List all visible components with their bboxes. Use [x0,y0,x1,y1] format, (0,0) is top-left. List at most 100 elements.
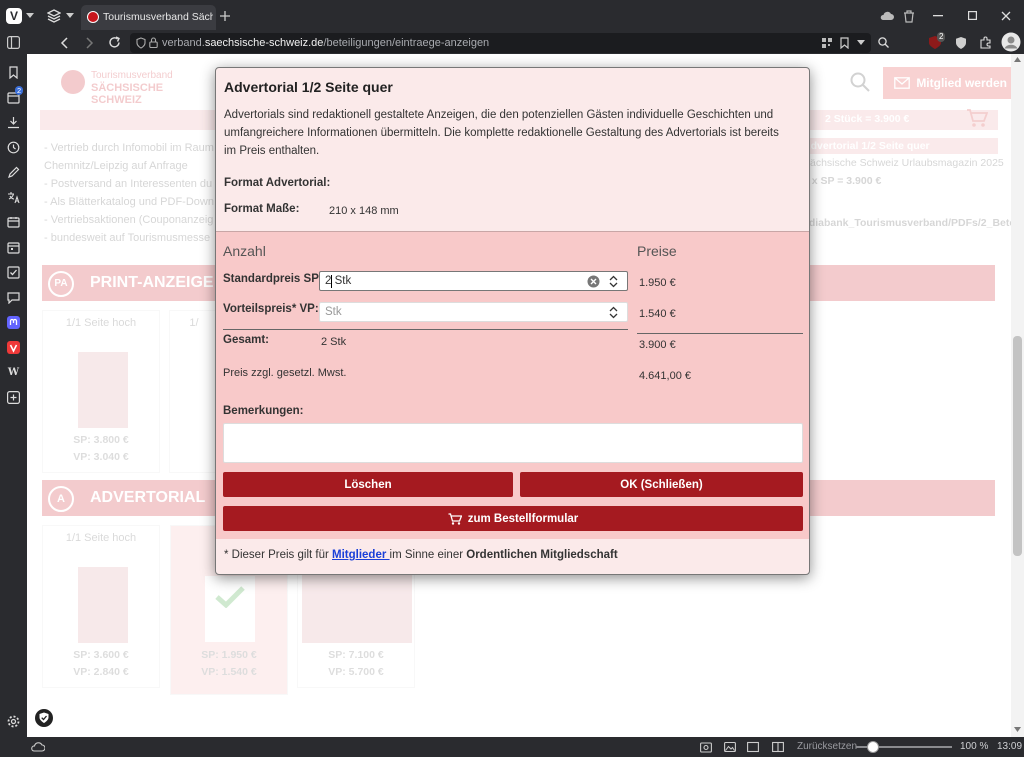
cloud-sync-icon[interactable] [31,742,45,752]
tiling-icon[interactable] [772,741,784,753]
size-label: Format Maße: [224,203,300,215]
advantage-price-label: Vorteilspreis* VP: [223,303,319,315]
notes-panel-icon[interactable] [7,166,20,179]
zoom-slider[interactable] [856,741,952,753]
chevron-down-icon[interactable] [857,40,865,46]
chat-panel-icon[interactable] [7,291,20,304]
tasks-panel-icon[interactable] [7,266,20,279]
zoom-reset-link[interactable]: Zurücksetzen [797,741,857,752]
spinner-arrows-icon[interactable] [609,275,618,288]
amount-header: Anzahl [223,243,266,259]
downloads-panel-icon[interactable] [7,116,20,129]
history-panel-icon[interactable] [7,141,20,154]
vivaldi-panel-icon[interactable] [7,341,20,354]
cart-icon[interactable] [966,108,988,128]
spinner-arrows-icon[interactable] [609,306,618,319]
scrollbar-thumb[interactable] [1013,336,1022,556]
tab-bar: V Tourismusverband Sächsisc [0,0,1024,32]
card-vp: VP: 5.700 € [328,666,384,678]
mail-panel-icon[interactable] [7,216,20,229]
footnote-text: * Dieser Preis gilt für [224,549,333,561]
new-tab-icon[interactable] [219,10,231,22]
calendar-panel-icon[interactable] [7,241,20,254]
vivaldi-menu-icon[interactable]: V [6,8,22,24]
search-icon[interactable] [878,37,889,48]
standard-price-label: Standardpreis SP: [223,273,323,285]
reload-icon[interactable] [108,36,121,49]
url-text: verband.saechsische-schweiz.de/beteiligu… [162,37,490,49]
browser-tab[interactable]: Tourismusverband Sächsisc [81,5,216,30]
vivaldi-sidebar: 2 W [0,54,27,737]
lock-icon[interactable] [149,37,158,48]
total-label: Gesamt: [223,334,270,346]
wikipedia-panel-icon[interactable]: W [7,366,20,379]
translate-panel-icon[interactable] [7,191,20,204]
cart-link[interactable]: ediabank_Tourismusverband/PDFs/2_Bete [803,217,1011,229]
scroll-down-icon[interactable] [1014,727,1021,732]
address-field[interactable]: verband.saechsische-schweiz.de/beteiligu… [130,33,871,53]
order-form-button[interactable]: zum Bestellformular [223,506,803,531]
logo-icon [61,70,85,94]
profile-avatar-icon[interactable] [1001,32,1021,52]
tax-price: 4.641,00 € [639,370,691,382]
bullet-item: Chemnitz/Leipzig auf Anfrage [44,160,188,172]
standard-quantity-select[interactable]: 2 Stk [319,271,628,291]
page-actions-icon[interactable] [747,741,759,753]
maximize-icon[interactable] [968,11,977,20]
minimize-icon[interactable] [933,15,943,17]
footnote-text: im Sinne einer [389,549,467,561]
bullet-item: - Vertriebsaktionen (Couponanzeig [44,214,214,226]
add-panel-icon[interactable] [7,391,20,404]
card-vp: VP: 2.840 € [73,666,129,678]
trash-icon[interactable] [903,10,915,23]
card-title: 1/ [189,317,199,329]
tab-stack-icon[interactable] [47,9,61,23]
qr-code-icon[interactable] [822,38,832,48]
section-adv-badge: A [48,486,74,512]
member-button-label: Mitglied werden [916,76,1007,90]
panel-toggle-icon[interactable] [7,36,20,49]
advantage-quantity-select[interactable]: Stk [319,302,628,322]
mastodon-panel-icon[interactable] [7,316,20,329]
card-sp: SP: 7.100 € [328,649,384,661]
extensions-puzzle-icon[interactable] [979,36,992,49]
card-sp: SP: 1.950 € [201,649,257,661]
cloud-icon[interactable] [880,11,894,21]
chevron-down-icon[interactable] [66,12,74,20]
bullet-item: - Als Blätterkatalog und PDF-Down [44,196,214,208]
bullet-item: - Postversand an Interessenten du [44,178,213,190]
bookmarks-panel-icon[interactable] [7,66,20,79]
print-card[interactable]: 1/ [169,310,219,473]
settings-gear-icon[interactable] [7,715,20,728]
delete-button[interactable]: Löschen [223,472,513,497]
size-value: 210 x 148 mm [329,205,399,217]
image-toggle-icon[interactable] [724,741,736,753]
bookmark-icon[interactable] [840,37,849,49]
clock: 13:09 [997,741,1023,752]
ok-close-button[interactable]: OK (Schließen) [520,472,803,497]
page-scrollbar[interactable] [1011,54,1024,737]
mail-icon [894,77,911,89]
print-card[interactable]: 1/1 Seite hoch SP: 3.800 € VP: 3.040 € [42,310,160,473]
card-vp: VP: 3.040 € [73,451,129,463]
scroll-up-icon[interactable] [1014,57,1021,62]
card-thumbnail [78,352,128,428]
shield-icon[interactable] [955,36,967,50]
forward-icon[interactable] [86,37,94,49]
zoom-slider-handle[interactable] [867,741,880,753]
advertorial-card[interactable]: 1/1 Seite hoch SP: 3.600 € VP: 2.840 € [42,525,160,688]
remarks-textarea[interactable] [223,423,803,463]
chevron-down-icon[interactable] [26,12,34,20]
shield-icon[interactable] [136,37,146,49]
clear-icon[interactable] [587,275,600,288]
close-icon[interactable] [1001,11,1011,21]
address-toolbar: verband.saechsische-schweiz.de/beteiligu… [0,32,1024,54]
shield-check-icon[interactable] [35,709,53,727]
capture-icon[interactable] [700,741,712,753]
back-icon[interactable] [60,37,68,49]
cart-item-subtitle: Sächsische Schweiz Urlaubsmagazin 2025 [803,157,1004,169]
member-button[interactable]: Mitglied werden [883,67,1011,99]
members-link[interactable]: Mitglieder [332,549,390,561]
status-bar: Zurücksetzen 100 % 13:09 [0,737,1024,757]
search-icon[interactable] [850,72,870,92]
